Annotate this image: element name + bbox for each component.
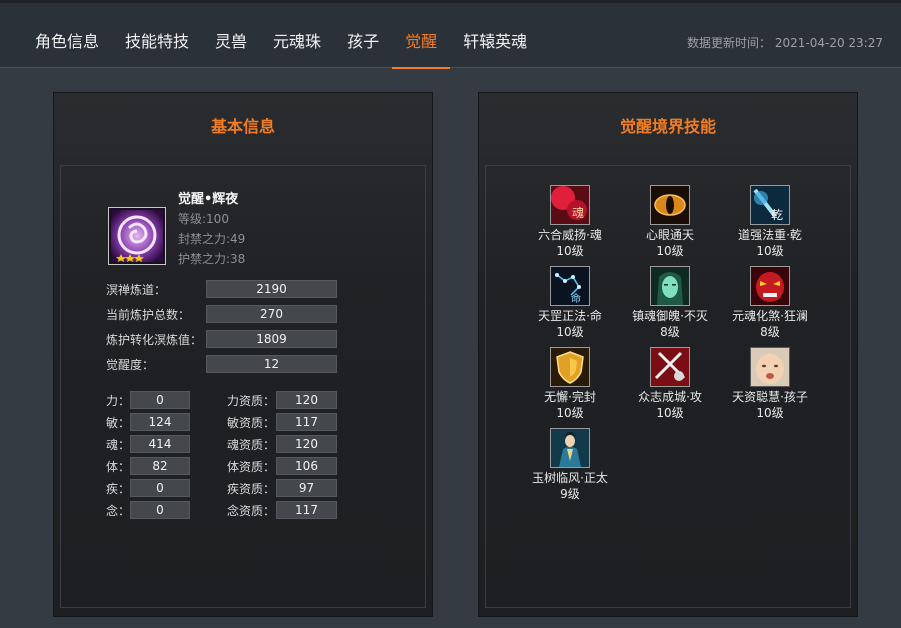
attr-value: 414 [130, 435, 190, 453]
tab-soul-orb[interactable]: 元魂珠 [260, 0, 334, 68]
svg-text:命: 命 [571, 292, 581, 305]
skill-level: 10级 [656, 406, 684, 420]
red-demon-mask-icon [750, 266, 790, 306]
attr-label: 念： [106, 504, 131, 518]
red-soul-rune-icon: 魂 [550, 185, 590, 225]
golden-eye-icon [650, 185, 690, 225]
crossed-swords-icon [650, 347, 690, 387]
skill-item[interactable]: 众志成城·攻 10级 [620, 347, 720, 421]
character-name: 觉醒•辉夜 [178, 192, 239, 207]
aptitude-label: 念资质： [227, 504, 276, 518]
panel-title: 觉醒境界技能 [619, 117, 716, 136]
aptitude-value: 106 [276, 457, 337, 475]
skill-item[interactable]: 魂 六合威扬·魂 10级 [520, 185, 620, 259]
skill-level: 10级 [656, 244, 684, 258]
stat-label: 觉醒度： [106, 358, 155, 372]
skill-item[interactable]: 乾 道强法重·乾 10级 [720, 185, 820, 259]
character-level: 等级:100 [178, 212, 229, 226]
svg-text:魂: 魂 [572, 205, 584, 220]
skill-name: 天资聪慧·孩子 [732, 390, 808, 404]
skill-item[interactable]: 心眼通天 10级 [620, 185, 720, 259]
stat-value: 1809 [206, 330, 337, 348]
top-nav-bar: 角色信息 技能特技 灵兽 元魂珠 孩子 觉醒 轩辕英魂 数据更新时间： 2021… [0, 0, 901, 69]
panel-title: 基本信息 [210, 117, 275, 136]
skill-name: 众志成城·攻 [638, 390, 702, 404]
attr-label: 力： [106, 394, 131, 408]
awakening-skills-panel: 觉醒境界技能 魂 六合威扬·魂 10级 心眼通天 10级 乾 道强法重·乾 10… [478, 92, 858, 617]
aptitude-label: 体资质： [227, 460, 276, 474]
skill-level: 8级 [660, 325, 680, 339]
skill-level: 10级 [556, 325, 584, 339]
skill-name: 心眼通天 [645, 228, 694, 242]
skill-name: 六合威扬·魂 [538, 228, 602, 242]
skill-item[interactable]: 玉树临风·正太 9级 [520, 428, 620, 502]
attr-value: 0 [130, 501, 190, 519]
aptitude-label: 魂资质： [227, 438, 276, 452]
aptitude-value: 117 [276, 501, 337, 519]
skill-level: 10级 [756, 406, 784, 420]
attr-value: 0 [130, 479, 190, 497]
skill-name: 镇魂御魄·不灭 [632, 309, 708, 323]
aptitude-label: 力资质： [227, 394, 276, 408]
skill-item[interactable]: 天资聪慧·孩子 10级 [720, 347, 820, 421]
skill-level: 8级 [760, 325, 780, 339]
skill-item[interactable]: 镇魂御魄·不灭 8级 [620, 266, 720, 340]
tab-awakening[interactable]: 觉醒 [392, 0, 451, 69]
aptitude-value: 120 [276, 435, 337, 453]
aptitude-label: 敏资质： [227, 416, 276, 430]
tab-xuanyuan-hero[interactable]: 轩辕英魂 [450, 0, 540, 68]
attr-value: 0 [130, 391, 190, 409]
svg-text:乾: 乾 [771, 208, 783, 222]
skill-item[interactable]: 无懈·完封 10级 [520, 347, 620, 421]
skill-name: 道强法重·乾 [738, 228, 802, 242]
constellation-icon: 命 [550, 266, 590, 306]
stat-label: 溟禅炼道： [106, 283, 167, 297]
seal-power: 封禁之力:49 [178, 232, 246, 246]
skill-level: 10级 [556, 244, 584, 258]
stat-label: 炼护转化溟炼值： [106, 333, 203, 347]
attr-label: 疾： [106, 482, 131, 496]
awakening-portrait-icon[interactable] [108, 207, 166, 265]
aptitude-label: 疾资质： [227, 482, 276, 496]
skill-level: 10级 [756, 244, 784, 258]
attr-label: 敏： [106, 416, 131, 430]
attr-value: 124 [130, 413, 190, 431]
aptitude-value: 117 [276, 413, 337, 431]
aptitude-value: 120 [276, 391, 337, 409]
golden-shield-icon [550, 347, 590, 387]
skill-level: 10级 [556, 406, 584, 420]
guard-power: 护禁之力:38 [178, 252, 246, 266]
skill-name: 元魂化煞·狂澜 [732, 309, 808, 323]
skill-name: 玉树临风·正太 [532, 471, 608, 485]
attr-label: 魂： [106, 438, 131, 452]
data-update-time: 数据更新时间： 2021-04-20 23:27 [687, 36, 883, 50]
attr-value: 82 [130, 457, 190, 475]
tab-spirit-beast[interactable]: 灵兽 [202, 0, 260, 68]
basic-info-panel: 基本信息 觉醒•辉夜 等级:100 封禁之力:49 护禁之力:38 溟禅炼道： … [53, 92, 433, 617]
tab-list: 角色信息 技能特技 灵兽 元魂珠 孩子 觉醒 轩辕英魂 [22, 0, 540, 69]
skill-item[interactable]: 命 天罡正法·命 10级 [520, 266, 620, 340]
tab-child[interactable]: 孩子 [334, 0, 392, 68]
stat-value: 12 [206, 355, 337, 373]
skill-name: 无懈·完封 [544, 390, 596, 404]
blue-sword-rune-icon: 乾 [750, 185, 790, 225]
attr-label: 体： [106, 460, 131, 474]
young-swordsman-icon [550, 428, 590, 468]
skill-level: 9级 [560, 487, 580, 501]
stat-label: 当前炼护总数： [106, 308, 191, 322]
skill-item[interactable]: 元魂化煞·狂澜 8级 [720, 266, 820, 340]
tab-character-info[interactable]: 角色信息 [22, 0, 112, 68]
baby-face-icon [750, 347, 790, 387]
stat-value: 2190 [206, 280, 337, 298]
aptitude-value: 97 [276, 479, 337, 497]
stat-value: 270 [206, 305, 337, 323]
skill-name: 天罡正法·命 [538, 309, 602, 323]
green-spirit-face-icon [650, 266, 690, 306]
tab-skills[interactable]: 技能特技 [112, 0, 202, 68]
